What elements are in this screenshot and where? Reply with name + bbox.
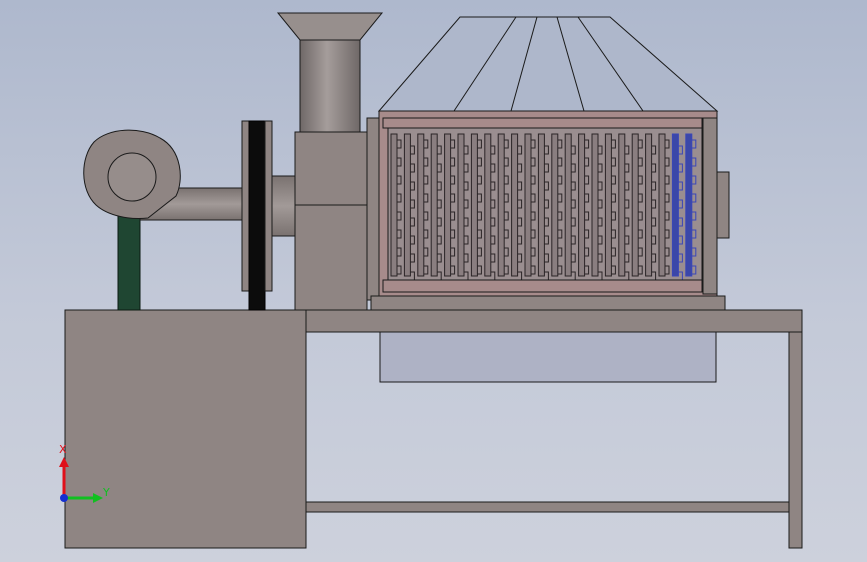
dust-hood [377,16,719,112]
crusher-head [276,12,384,311]
frame-top-rail [305,309,803,333]
screen-slat [645,133,653,277]
x-axis-label: X [59,443,67,456]
screen-slat [564,133,572,277]
screen-slat [417,133,425,277]
screen-slat [457,133,465,277]
collection-tray [379,331,717,383]
hopper-neck [299,39,361,133]
housing-flange [366,117,380,301]
pulley-shaft [271,175,297,237]
screen-slat [497,133,505,277]
screen-slat [658,133,666,277]
screen-slat [618,133,626,277]
drum-top-band [382,117,703,129]
screen-slat [578,133,586,277]
screen-slat [390,133,398,277]
base-frame [64,309,803,549]
screen-slat [671,133,679,277]
drive-pulley [241,120,297,311]
screen-slat [430,133,438,277]
pulley-inner-flange [264,120,273,292]
z-axis-origin-dot [60,494,68,502]
screen-slat [604,133,612,277]
frame-bottom-rail [305,501,790,513]
blower-support-column [117,214,141,311]
y-axis-label: Y [103,486,110,499]
screen-slat [591,133,599,277]
screen-slat [484,133,492,277]
screen-slat [537,133,545,277]
cad-graphics-viewport[interactable]: X Y [0,0,867,562]
screen-drum [370,110,730,311]
screen-slat [444,133,452,277]
hood-shell [377,16,719,112]
screen-slat [631,133,639,277]
pulley-belt [248,120,266,311]
drum-bottom-band [382,279,703,293]
x-axis-arrowhead [59,457,69,467]
screen-slats [390,133,697,281]
crusher-housing [294,131,368,311]
blower-fan [83,129,245,311]
drum-end-flange [702,117,718,295]
drum-base-plate [370,295,726,311]
frame-right-leg [788,331,803,549]
hopper-funnel [276,12,384,41]
screen-slat [511,133,519,277]
screen-slat [685,133,693,277]
screen-slat [524,133,532,277]
screen-slat [403,133,411,277]
screen-slat [470,133,478,277]
crusher-machine-model[interactable] [0,0,867,562]
drum-end-cap [716,171,730,239]
y-axis-arrowhead [93,493,103,503]
blower-inlet-ring [107,152,157,202]
screen-slat [551,133,559,277]
